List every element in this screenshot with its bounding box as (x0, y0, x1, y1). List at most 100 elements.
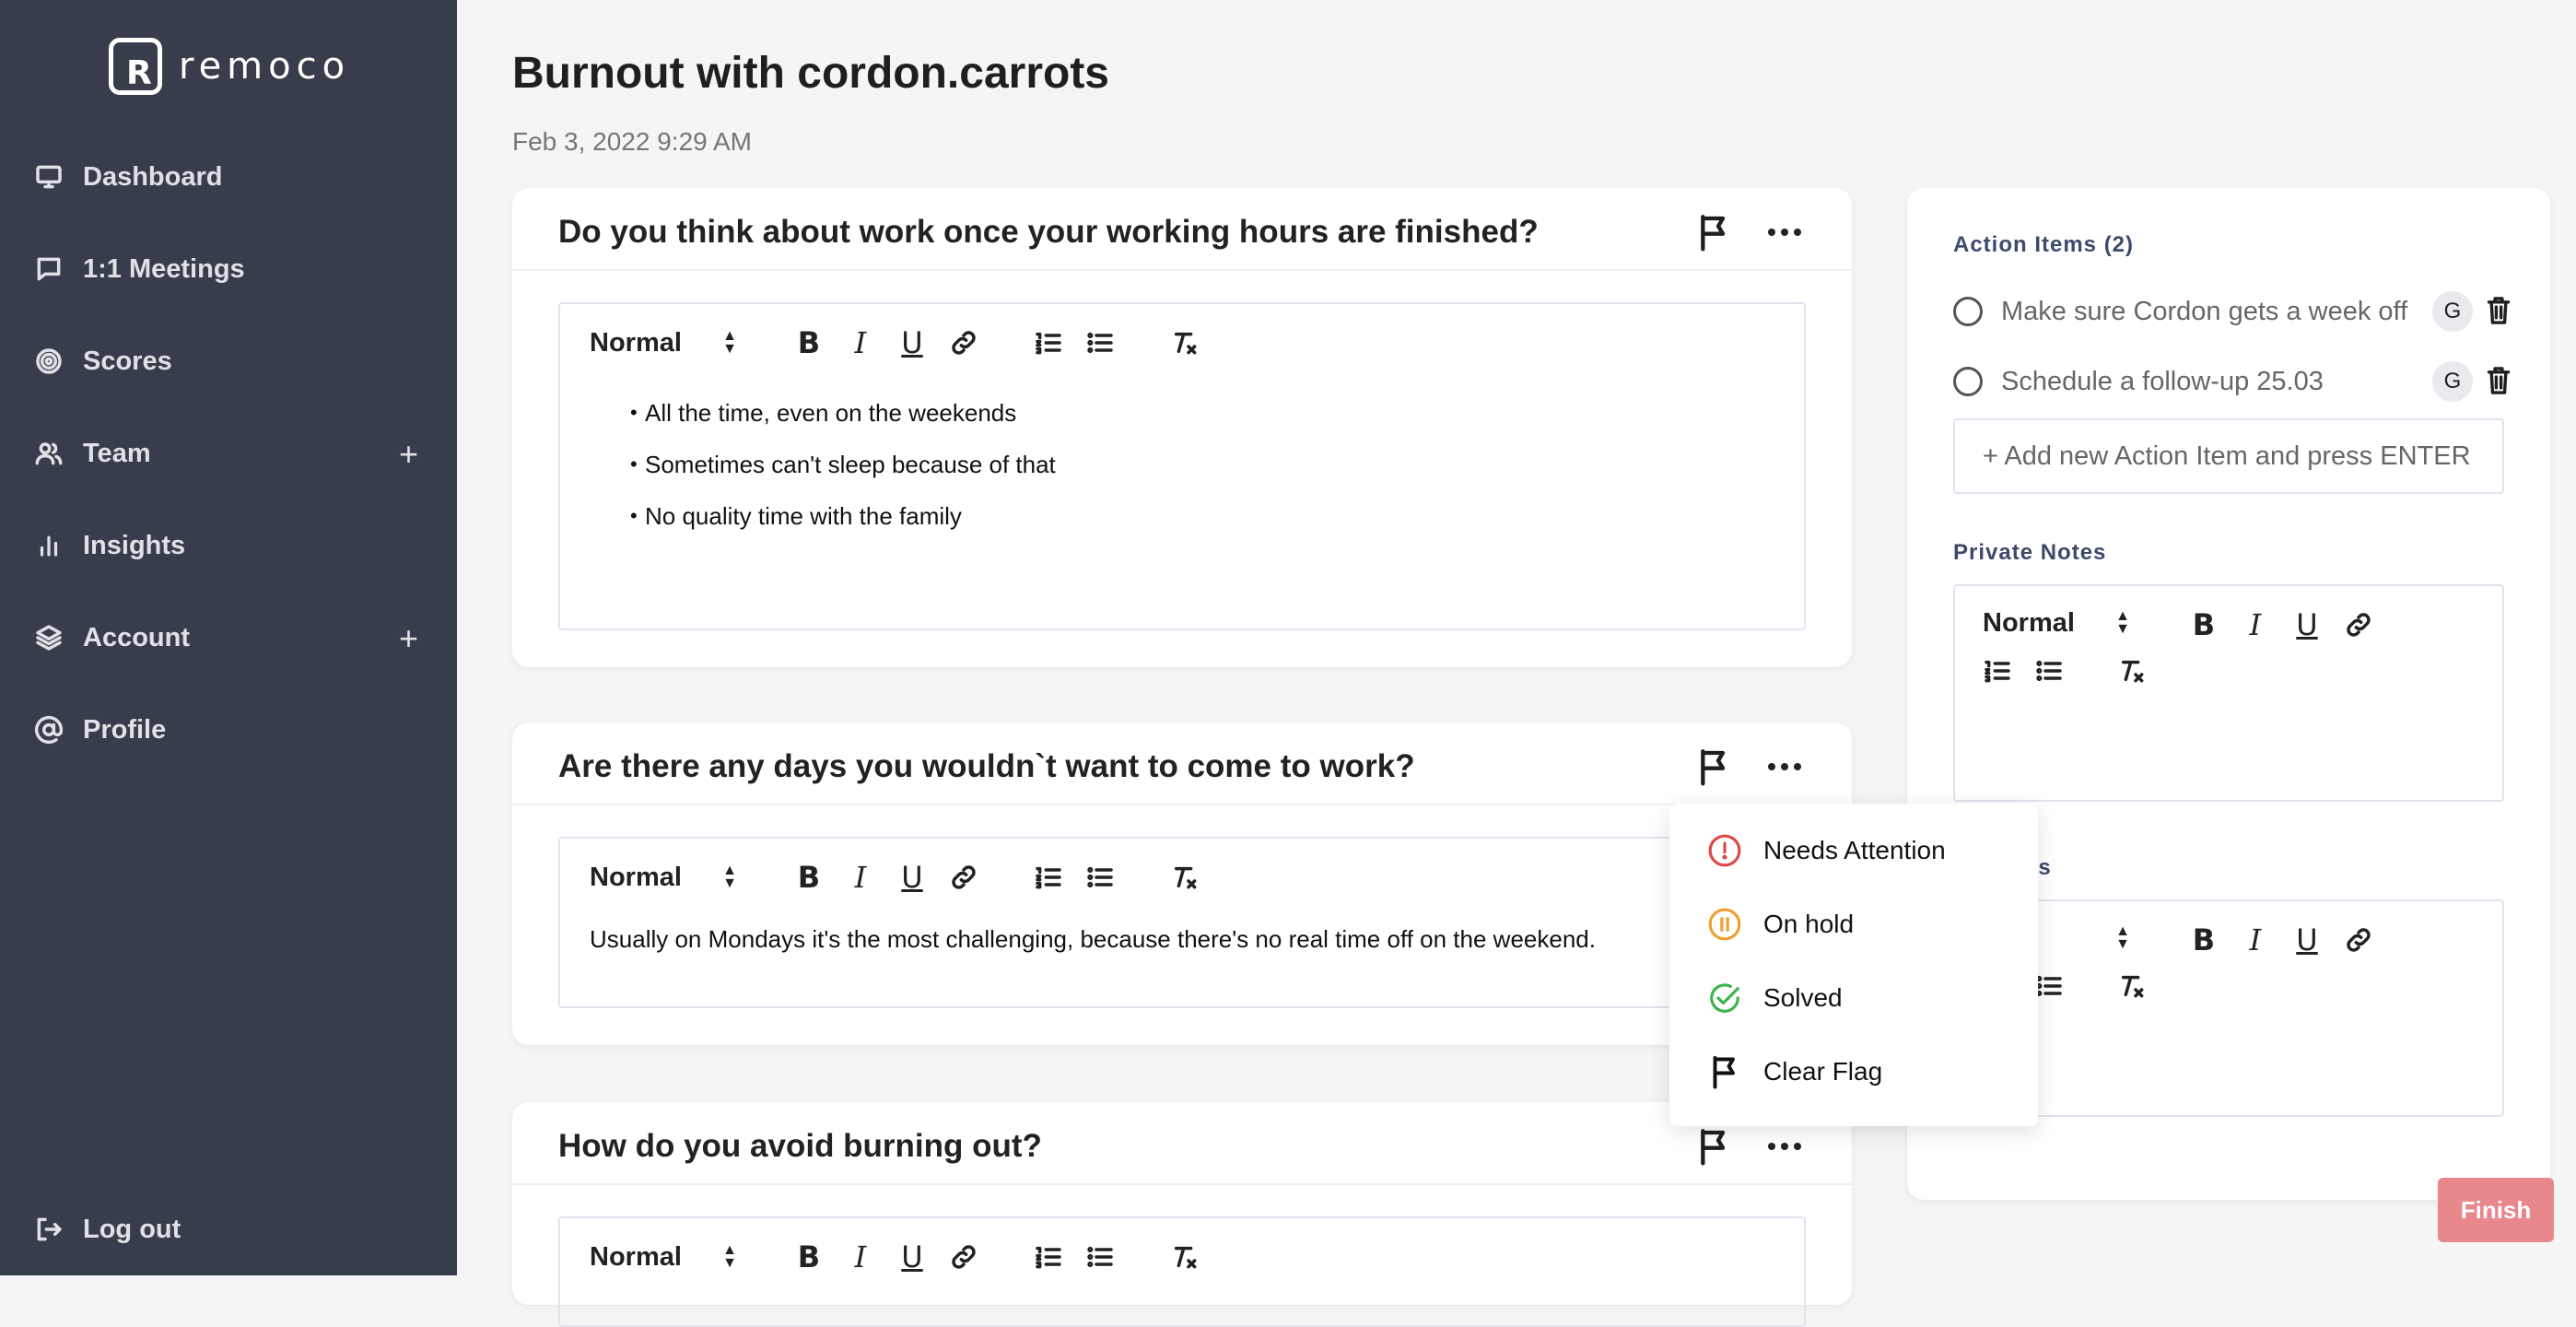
expand-plus-icon[interactable]: + (399, 435, 418, 474)
logout-button[interactable]: Log out (33, 1202, 429, 1257)
link-icon[interactable] (945, 859, 982, 896)
sidebar-item-profile[interactable]: Profile (33, 702, 429, 757)
answer-editor[interactable]: Normal ▲ ▼ B I U (558, 1216, 1806, 1327)
sidebar-item-label: Profile (83, 714, 167, 745)
link-icon[interactable] (945, 324, 982, 361)
answer-text: Usually on Mondays it's the most challen… (590, 925, 1596, 953)
underline-button[interactable]: U (894, 1239, 931, 1275)
bold-button[interactable]: B (790, 1239, 827, 1275)
underline-button[interactable]: U (2289, 606, 2325, 643)
list-item: Sometimes can't sleep because of that (630, 439, 1774, 490)
bullet-list-icon[interactable] (1082, 1239, 1118, 1275)
bullet-list-icon[interactable] (1082, 859, 1118, 896)
action-item-text[interactable]: Schedule a follow-up 25.03 (2001, 367, 2432, 397)
private-notes-editor[interactable]: Normal ▲ ▼ B I U (1953, 584, 2504, 802)
bold-button[interactable]: B (2185, 922, 2222, 958)
bold-button[interactable]: B (790, 859, 827, 896)
bold-button[interactable]: B (790, 324, 827, 361)
italic-button[interactable]: I (842, 1239, 879, 1275)
sidebar-item-label: 1:1 Meetings (83, 253, 245, 284)
question-text: How do you avoid burning out? (558, 1128, 1042, 1164)
link-icon[interactable] (945, 1239, 982, 1275)
question-card: Do you think about work once your workin… (512, 188, 1852, 667)
ordered-list-icon[interactable] (1030, 1239, 1067, 1275)
clear-format-icon[interactable] (1166, 859, 1203, 896)
format-select[interactable]: Normal ▲ ▼ (590, 863, 755, 896)
menu-item-label: On hold (1763, 910, 1855, 938)
action-item-checkbox[interactable] (1953, 297, 1983, 326)
answer-editor[interactable]: Normal ▲ ▼ B I U Usually on Mondays it's t… (558, 837, 1806, 1008)
action-item-text[interactable]: Make sure Cordon gets a week off (2001, 297, 2432, 327)
underline-button[interactable]: U (894, 859, 931, 896)
menu-item-label: Clear Flag (1763, 1057, 1883, 1086)
question-card: Are there any days you wouldn`t want to … (512, 722, 1852, 1045)
bullet-list-icon[interactable] (1082, 324, 1118, 361)
flag-icon[interactable] (1695, 746, 1732, 787)
clear-format-icon[interactable] (1166, 324, 1203, 361)
trash-icon[interactable] (2484, 365, 2515, 398)
more-options-icon[interactable] (1763, 748, 1806, 785)
avatar[interactable]: G (2432, 361, 2473, 402)
bold-button[interactable]: B (2185, 606, 2222, 643)
bullet-list-icon[interactable] (2031, 652, 2067, 689)
format-select[interactable]: Normal ▲ ▼ (590, 328, 755, 361)
page-title: Burnout with cordon.carrots (512, 49, 1109, 98)
finish-button[interactable]: Finish (2438, 1178, 2554, 1242)
flag-icon[interactable] (1695, 212, 1732, 252)
avatar[interactable]: G (2432, 291, 2473, 332)
ordered-list-icon[interactable] (1030, 859, 1067, 896)
sidebar-item-meetings[interactable]: 1:1 Meetings (33, 241, 429, 297)
more-options-icon[interactable] (1763, 214, 1806, 251)
editor-content[interactable]: Usually on Mondays it's the most challen… (560, 916, 1804, 954)
action-item-row: Schedule a follow-up 25.03 G (1953, 359, 2515, 404)
more-options-icon[interactable] (1763, 1128, 1806, 1165)
question-header: Are there any days you wouldn`t want to … (512, 722, 1852, 805)
clear-format-icon[interactable] (2113, 652, 2150, 689)
question-card: How do you avoid burning out? Normal ▲ ▼ B… (512, 1102, 1852, 1327)
underline-button[interactable]: U (2289, 922, 2325, 958)
trash-icon[interactable] (2484, 295, 2515, 328)
link-icon[interactable] (2340, 606, 2377, 643)
sidebar-item-insights[interactable]: Insights (33, 518, 429, 573)
private-notes-title: Private Notes (1953, 540, 2107, 565)
flag-icon[interactable] (1695, 1126, 1732, 1167)
pause-circle-icon (1706, 906, 1743, 943)
format-select[interactable]: Normal ▲ ▼ (590, 1242, 755, 1275)
format-select[interactable]: Normal ▲ ▼ (1983, 608, 2149, 641)
logo[interactable]: R remoco (109, 37, 350, 96)
menu-item-needs-attention[interactable]: Needs Attention (1706, 828, 1946, 874)
layers-icon (33, 622, 64, 653)
italic-button[interactable]: I (842, 859, 879, 896)
editor-content[interactable]: All the time, even on the weekends Somet… (560, 387, 1804, 542)
target-icon (33, 346, 64, 377)
editor-toolbar: Normal ▲ ▼ B I U (560, 304, 1804, 382)
clear-format-icon[interactable] (1166, 1239, 1203, 1275)
question-text: Do you think about work once your workin… (558, 214, 1539, 250)
action-item-checkbox[interactable] (1953, 367, 1983, 396)
clear-format-icon[interactable] (2113, 968, 2150, 1004)
link-icon[interactable] (2340, 922, 2377, 958)
sidebar-item-account[interactable]: Account + (33, 610, 429, 665)
italic-button[interactable]: I (2237, 606, 2274, 643)
monitor-icon (33, 161, 64, 193)
alert-circle-icon (1706, 832, 1743, 869)
italic-button[interactable]: I (2237, 922, 2274, 958)
italic-button[interactable]: I (842, 324, 879, 361)
answer-editor[interactable]: Normal▲▼ B I U All the time, even on the… (558, 302, 1806, 630)
at-icon (33, 714, 64, 746)
ordered-list-icon[interactable] (1030, 324, 1067, 361)
add-action-item-input[interactable]: + Add new Action Item and press ENTER (1953, 418, 2504, 494)
sidebar-item-label: Dashboard (83, 161, 223, 192)
sidebar-item-team[interactable]: Team + (33, 426, 429, 481)
action-items-title: Action Items (2) (1953, 232, 2135, 257)
sidebar-item-scores[interactable]: Scores (33, 334, 429, 389)
bar-chart-icon (33, 530, 64, 561)
ordered-list-icon[interactable] (1979, 652, 2016, 689)
flag-menu: Needs Attention On hold Solved Clear Fla… (1669, 804, 2038, 1126)
menu-item-clear-flag[interactable]: Clear Flag (1706, 1049, 1882, 1095)
menu-item-solved[interactable]: Solved (1706, 975, 1843, 1021)
underline-button[interactable]: U (894, 324, 931, 361)
menu-item-on-hold[interactable]: On hold (1706, 901, 1854, 947)
expand-plus-icon[interactable]: + (399, 619, 418, 658)
sidebar-item-dashboard[interactable]: Dashboard (33, 149, 429, 205)
